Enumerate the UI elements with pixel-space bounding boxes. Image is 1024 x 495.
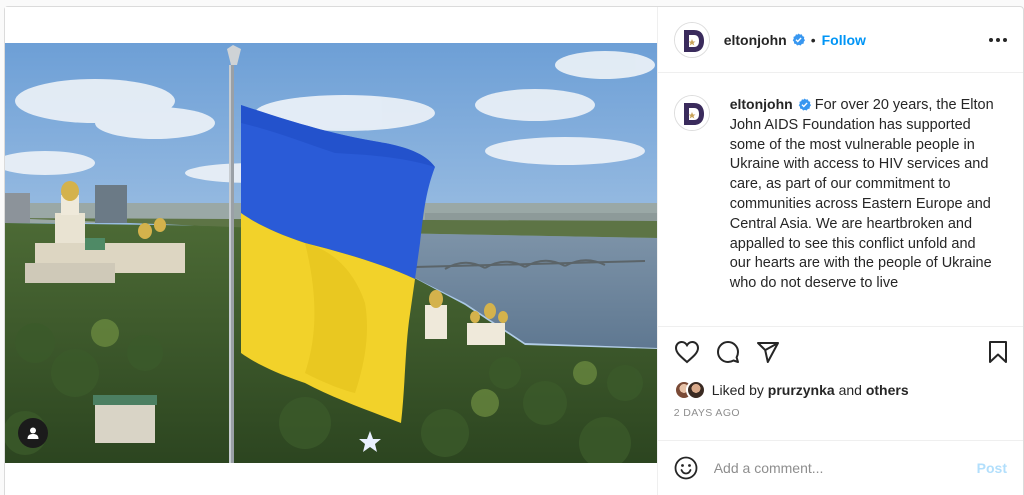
user-tag-button[interactable] <box>18 418 48 448</box>
comment-button[interactable] <box>716 340 740 364</box>
caption-section: eltonjohn For over 20 years, the Elton J… <box>657 73 1023 327</box>
caption-avatar[interactable] <box>673 95 710 131</box>
avatar-logo-icon <box>674 96 709 130</box>
separator-dot: • <box>810 31 816 48</box>
likes-text: Liked by prurzynka and others <box>712 382 909 398</box>
emoji-button[interactable] <box>674 456 698 480</box>
comment-input[interactable] <box>713 460 977 476</box>
like-button[interactable] <box>674 340 700 364</box>
likes-row: Liked by prurzynka and others <box>658 377 1023 403</box>
user-tag-icon <box>27 427 39 439</box>
comment-box: Post <box>657 440 1023 495</box>
avatar-logo-icon <box>674 22 709 57</box>
post-sidebar: eltonjohn • Follow eltonjohn For over 20… <box>656 7 1023 495</box>
kyiv-flag-photo <box>5 43 658 463</box>
likes-others-link[interactable]: others <box>866 382 909 398</box>
instagram-post: eltonjohn • Follow eltonjohn For over 20… <box>4 6 1024 495</box>
caption-text-block: eltonjohn For over 20 years, the Elton J… <box>730 95 995 326</box>
post-comment-button[interactable]: Post <box>977 460 1007 476</box>
heart-icon <box>674 340 699 364</box>
verified-badge-icon <box>798 98 811 111</box>
save-button[interactable] <box>987 340 1009 364</box>
liker-username-link[interactable]: prurzynka <box>768 382 835 398</box>
share-icon <box>756 342 779 363</box>
post-media <box>5 7 658 495</box>
action-bar <box>658 327 1023 377</box>
likes-prefix: Liked by <box>711 382 764 398</box>
post-timestamp[interactable]: 2 DAYS AGO <box>658 403 1023 429</box>
more-options-icon[interactable] <box>987 32 1009 48</box>
follow-button[interactable]: Follow <box>822 32 866 48</box>
post-header: eltonjohn • Follow <box>657 7 1023 73</box>
liker-avatar[interactable] <box>685 380 706 400</box>
caption-text: For over 20 years, the Elton John AIDS F… <box>729 97 994 292</box>
emoji-icon <box>674 456 698 480</box>
likes-conj: and <box>838 382 862 398</box>
comment-icon <box>716 341 739 363</box>
avatar[interactable] <box>673 21 710 58</box>
caption-username-link[interactable]: eltonjohn <box>730 96 793 112</box>
username-link[interactable]: eltonjohn <box>724 32 787 48</box>
verified-badge-icon <box>792 33 805 46</box>
post-photo[interactable] <box>5 43 658 463</box>
share-button[interactable] <box>756 340 780 364</box>
bookmark-icon <box>989 341 1007 363</box>
